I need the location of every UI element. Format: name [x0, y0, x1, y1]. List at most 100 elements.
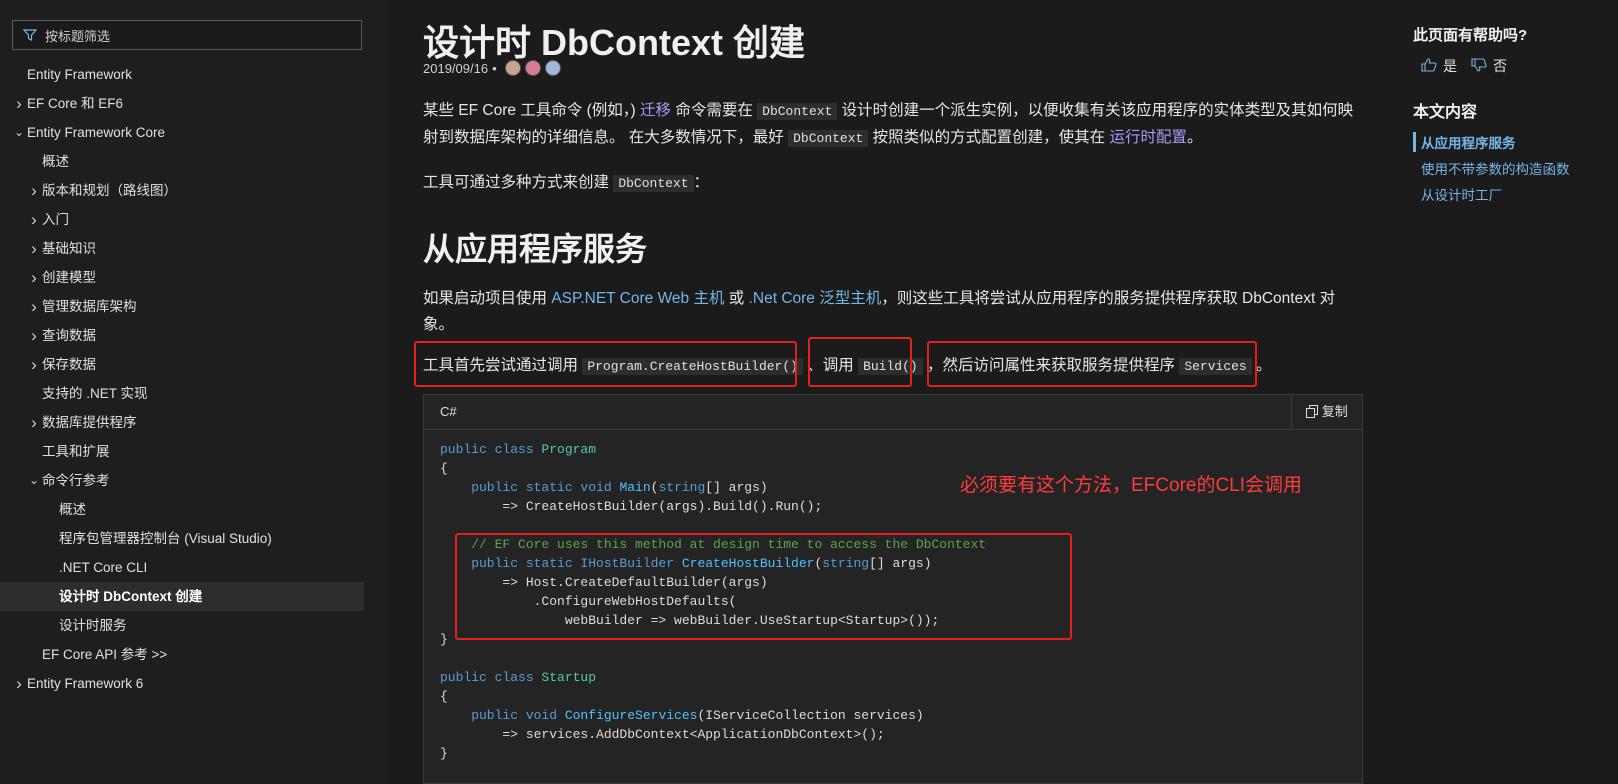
inline-code: DbContext — [757, 103, 838, 120]
nav-item-label: 工具和扩展 — [42, 444, 110, 459]
nav-item[interactable]: 支持的 .NET 实现 — [0, 379, 388, 408]
code-line: => services.AddDbContext<ApplicationDbCo… — [440, 727, 885, 742]
nav-item-label: EF Core 和 EF6 — [27, 96, 124, 111]
nav-item[interactable]: › 基础知识 — [0, 234, 388, 263]
nav-item[interactable]: 概述 — [0, 495, 388, 524]
chevron-right-icon: › — [31, 268, 37, 287]
nav-item[interactable]: EF Core API 参考 >> — [0, 640, 388, 669]
page-title: 设计时 DbContext 创建 — [423, 22, 805, 63]
intro-paragraph: 某些 EF Core 工具命令 (例如，) 迁移 命令需要在 DbContext… — [423, 98, 1363, 152]
ways-paragraph: 工具可通过多种方式来创建 DbContext： — [423, 170, 1363, 197]
filter-placeholder: 按标题筛选 — [45, 28, 111, 44]
nav-item[interactable]: Entity Framework — [0, 60, 388, 89]
article-date: 2019/09/16 — [423, 60, 489, 76]
annotation-box — [808, 337, 912, 387]
runtime-config-link[interactable]: 运行时配置 — [1109, 129, 1187, 146]
meta-bullet: • — [492, 60, 497, 76]
feedback-no-button[interactable]: 否 — [1471, 56, 1507, 76]
nav-item[interactable]: › 保存数据 — [0, 350, 388, 379]
text: 某些 EF Core 工具命令 (例如，) — [423, 102, 641, 119]
toc-title: 本文内容 — [1413, 104, 1478, 121]
section-heading: 从应用程序服务 — [423, 231, 648, 267]
chevron-right-icon: › — [16, 94, 22, 113]
nav-item-label: EF Core API 参考 >> — [42, 647, 168, 662]
nav-item[interactable]: 工具和扩展 — [0, 437, 388, 466]
nav-item-label: 版本和规划（路线图） — [42, 183, 177, 198]
nav-item[interactable]: ⌄ Entity Framework Core — [0, 118, 388, 147]
feedback-yes-label: 是 — [1443, 58, 1457, 74]
nav-item[interactable]: › 数据库提供程序 — [0, 408, 388, 437]
nav-item-label: 程序包管理器控制台 (Visual Studio) — [59, 531, 272, 546]
nav-item-label: 基础知识 — [42, 241, 96, 256]
nav-item-label: 数据库提供程序 — [42, 415, 137, 430]
nav-item[interactable]: › Entity Framework 6 — [0, 669, 388, 698]
generic-host-link[interactable]: .Net Core 泛型主机 — [749, 290, 882, 307]
text: 命令需要在 — [671, 102, 758, 119]
chevron-right-icon: › — [31, 181, 37, 200]
nav-item-label: 入门 — [42, 212, 69, 227]
chevron-down-icon: ⌄ — [13, 125, 25, 139]
nav-item-label: .NET Core CLI — [59, 560, 148, 575]
nav-item-label: Entity Framework — [27, 67, 133, 82]
toc-link[interactable]: 从应用程序服务 — [1413, 132, 1516, 152]
nav-item[interactable]: 设计时 DbContext 创建 — [0, 582, 364, 611]
copy-button[interactable]: 复制 — [1291, 395, 1362, 429]
toc-link[interactable]: 使用不带参数的构造函数 — [1413, 158, 1570, 178]
chevron-right-icon: › — [31, 355, 37, 374]
chevron-right-icon: › — [31, 239, 37, 258]
code-line: } — [440, 746, 448, 761]
feedback-yes-button[interactable]: 是 — [1421, 56, 1457, 76]
nav-item[interactable]: 概述 — [0, 147, 388, 176]
nav-item[interactable]: › 查询数据 — [0, 321, 388, 350]
code-line: public class Startup — [440, 670, 597, 685]
code-language: C# — [440, 404, 457, 419]
nav-item[interactable]: › 管理数据库架构 — [0, 292, 388, 321]
nav-item[interactable]: .NET Core CLI — [0, 553, 388, 582]
web-host-link[interactable]: ASP.NET Core Web 主机 — [551, 290, 724, 307]
text: 按照类似的方式配置创建，使其在 — [868, 129, 1110, 146]
annotation-box — [414, 341, 797, 387]
nav-item-label: 支持的 .NET 实现 — [42, 386, 148, 401]
nav-item[interactable]: ⌄ 命令行参考 — [0, 466, 388, 495]
migrations-link[interactable]: 迁移 — [640, 102, 671, 119]
chevron-right-icon: › — [16, 674, 22, 693]
code-line: } — [440, 632, 448, 647]
nav-item-label: 管理数据库架构 — [42, 299, 137, 314]
toc-nav: Entity Framework › EF Core 和 EF6 ⌄ Entity Fr… — [0, 60, 388, 698]
text: 或 — [724, 290, 749, 307]
nav-item-label: 概述 — [42, 154, 69, 169]
toc-link[interactable]: 从设计时工厂 — [1413, 184, 1502, 204]
nav-item[interactable]: 程序包管理器控制台 (Visual Studio) — [0, 524, 388, 553]
contributor-avatar[interactable] — [544, 60, 561, 76]
nav-item[interactable]: 设计时服务 — [0, 611, 388, 640]
nav-item-label: 概述 — [59, 502, 86, 517]
contributor-avatar[interactable] — [504, 60, 521, 76]
nav-item[interactable]: › 入门 — [0, 205, 388, 234]
copy-label: 复制 — [1321, 404, 1348, 419]
annotation-box — [455, 533, 1072, 640]
code-line: public static void Main(string[] args) — [440, 480, 768, 495]
chevron-right-icon: › — [31, 210, 37, 229]
text: 如果启动项目使用 — [423, 290, 552, 307]
sidebar: 按标题筛选 Entity Framework › EF Core 和 EF6 ⌄ Ent… — [0, 0, 388, 784]
code-line: public void ConfigureServices(IServiceCo… — [440, 708, 924, 723]
code-line: => CreateHostBuilder(args).Build().Run()… — [440, 499, 823, 514]
code-header: C# 复制 — [424, 395, 1362, 430]
nav-item[interactable]: › 创建模型 — [0, 263, 388, 292]
inline-code: DbContext — [788, 130, 869, 147]
text: 工具可通过多种方式来创建 — [423, 174, 614, 191]
code-line: { — [440, 689, 448, 704]
nav-item-label: Entity Framework Core — [27, 125, 166, 140]
nav-item[interactable]: › EF Core 和 EF6 — [0, 89, 388, 118]
chevron-right-icon: › — [31, 297, 37, 316]
nav-item[interactable]: › 版本和规划（路线图） — [0, 176, 388, 205]
thumbs-down-icon — [1471, 57, 1487, 75]
filter-icon — [23, 28, 37, 42]
feedback-title: 此页面有帮助吗? — [1413, 27, 1528, 44]
filter-input[interactable]: 按标题筛选 — [12, 20, 362, 50]
nav-item-label: 设计时服务 — [59, 618, 127, 633]
nav-item-label: 创建模型 — [42, 270, 96, 285]
contributor-avatar[interactable] — [524, 60, 541, 76]
annotation-box — [927, 341, 1257, 387]
nav-item-label: Entity Framework 6 — [27, 676, 144, 691]
